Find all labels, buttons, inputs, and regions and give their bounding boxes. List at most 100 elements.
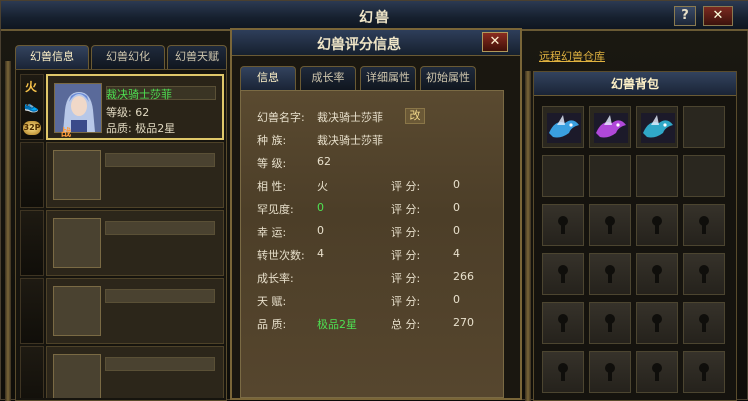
beast-bag: 幻兽背包 — [533, 71, 737, 401]
bag-slot-dragon[interactable] — [542, 106, 584, 148]
bag-slot-locked[interactable] — [636, 253, 678, 295]
row-quality: 品 质: 极品2星 总 分: 270 — [257, 316, 497, 332]
left-border-ornament — [5, 61, 11, 401]
tab-detailed-attributes[interactable]: 详细属性 — [360, 66, 416, 90]
tab-beast-talent[interactable]: 幻兽天赋 — [167, 45, 227, 69]
row-growth-rate: 成长率: 评 分: 266 — [257, 270, 497, 286]
pet-name: 裁决骑士莎菲 — [106, 88, 172, 101]
remote-beast-storage-link[interactable]: 远程幻兽仓库 — [539, 48, 605, 64]
score-value: 266 — [453, 270, 474, 283]
bag-slot-locked[interactable] — [542, 204, 584, 246]
tab-beast-transform[interactable]: 幻兽幻化 — [91, 45, 165, 69]
bag-slot-locked[interactable] — [589, 253, 631, 295]
pet-slot-empty[interactable] — [20, 346, 224, 398]
dragon-icon — [641, 113, 675, 143]
bag-slot-locked[interactable] — [542, 351, 584, 393]
total-score-label: 总 分: — [391, 318, 421, 331]
slot-side-panel: 火 👟 32P — [20, 74, 44, 140]
bag-slot-locked[interactable] — [636, 204, 678, 246]
pet-card-empty[interactable] — [46, 210, 224, 276]
rename-button[interactable]: 改 — [405, 108, 425, 124]
level-badge-icon: 32P — [23, 121, 41, 135]
pet-slot-empty[interactable] — [20, 210, 224, 276]
keyhole-icon — [604, 216, 616, 234]
score-label: 评 分: — [391, 295, 421, 308]
pet-quality: 品质: 极品2星 — [106, 122, 176, 135]
bag-slot-locked[interactable] — [589, 302, 631, 344]
keyhole-icon — [604, 314, 616, 332]
bag-slot-locked[interactable] — [683, 253, 725, 295]
bag-slot-empty[interactable] — [542, 155, 584, 197]
row-affinity: 相 性: 火 评 分: 0 — [257, 178, 497, 194]
eval-close-button[interactable]: ✕ — [482, 32, 508, 52]
row-talent: 天 赋: 评 分: 0 — [257, 293, 497, 309]
row-label: 转世次数: — [257, 249, 305, 262]
window-titlebar[interactable]: 幻兽 ? ✕ — [1, 1, 748, 31]
bag-slot-locked[interactable] — [636, 302, 678, 344]
row-value: 62 — [317, 155, 331, 168]
pet-slot-empty[interactable] — [20, 278, 224, 344]
portrait-placeholder — [53, 218, 101, 268]
row-label: 幻兽名字: — [257, 111, 305, 124]
row-value: 裁决骑士莎菲 — [317, 134, 383, 147]
eval-titlebar[interactable]: 幻兽评分信息 ✕ — [232, 30, 520, 56]
help-button[interactable]: ? — [674, 6, 696, 26]
keyhole-icon — [651, 363, 663, 381]
bag-slot-locked[interactable] — [589, 351, 631, 393]
score-value: 0 — [453, 201, 460, 214]
bag-slot-locked[interactable] — [542, 253, 584, 295]
row-label: 天 赋: — [257, 295, 287, 308]
keyhole-icon — [557, 314, 569, 332]
row-value: 极品2星 — [317, 318, 357, 331]
bag-slot-locked[interactable] — [683, 351, 725, 393]
bag-slot-locked[interactable] — [636, 351, 678, 393]
row-label: 成长率: — [257, 272, 294, 285]
eval-title: 幻兽评分信息 — [317, 37, 401, 53]
score-value: 0 — [453, 178, 460, 191]
bag-slot-dragon[interactable] — [636, 106, 678, 148]
tab-beast-info[interactable]: 幻兽信息 — [15, 45, 89, 69]
row-luck: 幸 运: 0 评 分: 0 — [257, 224, 497, 240]
score-value: 0 — [453, 293, 460, 306]
dragon-icon — [547, 113, 581, 143]
battle-mark: 战 — [61, 128, 71, 139]
bag-slot-dragon[interactable] — [589, 106, 631, 148]
score-label: 评 分: — [391, 180, 421, 193]
row-value: 火 — [317, 180, 328, 193]
window-title: 幻兽 — [359, 10, 391, 26]
portrait-placeholder — [53, 354, 101, 398]
pet-slot-selected[interactable]: 火 👟 32P 战 裁决骑士莎菲 等级: 62 品质: 极品2星 — [20, 74, 224, 140]
bag-slot-empty[interactable] — [589, 155, 631, 197]
close-button[interactable]: ✕ — [703, 6, 733, 26]
bag-slot-locked[interactable] — [683, 204, 725, 246]
row-beast-name: 幻兽名字: 裁决骑士莎菲 改 — [257, 108, 497, 125]
keyhole-icon — [698, 363, 710, 381]
keyhole-icon — [651, 265, 663, 283]
pet-card-empty[interactable] — [46, 142, 224, 208]
tab-info[interactable]: 信息 — [240, 66, 296, 90]
row-value: 裁决骑士莎菲 — [317, 111, 383, 124]
keyhole-icon — [557, 265, 569, 283]
row-label: 幸 运: — [257, 226, 287, 239]
keyhole-icon — [698, 314, 710, 332]
bag-slot-empty[interactable] — [683, 155, 725, 197]
bag-slot-locked[interactable] — [683, 302, 725, 344]
tab-initial-attributes[interactable]: 初始属性 — [420, 66, 476, 90]
bag-slot-empty[interactable] — [636, 155, 678, 197]
row-label: 等 级: — [257, 157, 287, 170]
keyhole-icon — [698, 265, 710, 283]
bag-slot-locked[interactable] — [589, 204, 631, 246]
score-value: 4 — [453, 247, 460, 260]
bag-slot-empty[interactable] — [683, 106, 725, 148]
pet-card-empty[interactable] — [46, 278, 224, 344]
bag-title: 幻兽背包 — [534, 72, 736, 96]
keyhole-icon — [604, 363, 616, 381]
tab-growth-rate[interactable]: 成长率 — [300, 66, 356, 90]
score-label: 评 分: — [391, 249, 421, 262]
bag-slot-locked[interactable] — [542, 302, 584, 344]
pet-card[interactable]: 战 裁决骑士莎菲 等级: 62 品质: 极品2星 — [46, 74, 224, 140]
eval-info-panel: 幻兽名字: 裁决骑士莎菲 改 种 族: 裁决骑士莎菲 等 级: 62 相 性: … — [240, 90, 504, 398]
keyhole-icon — [557, 363, 569, 381]
pet-card-empty[interactable] — [46, 346, 224, 398]
pet-slot-empty[interactable] — [20, 142, 224, 208]
